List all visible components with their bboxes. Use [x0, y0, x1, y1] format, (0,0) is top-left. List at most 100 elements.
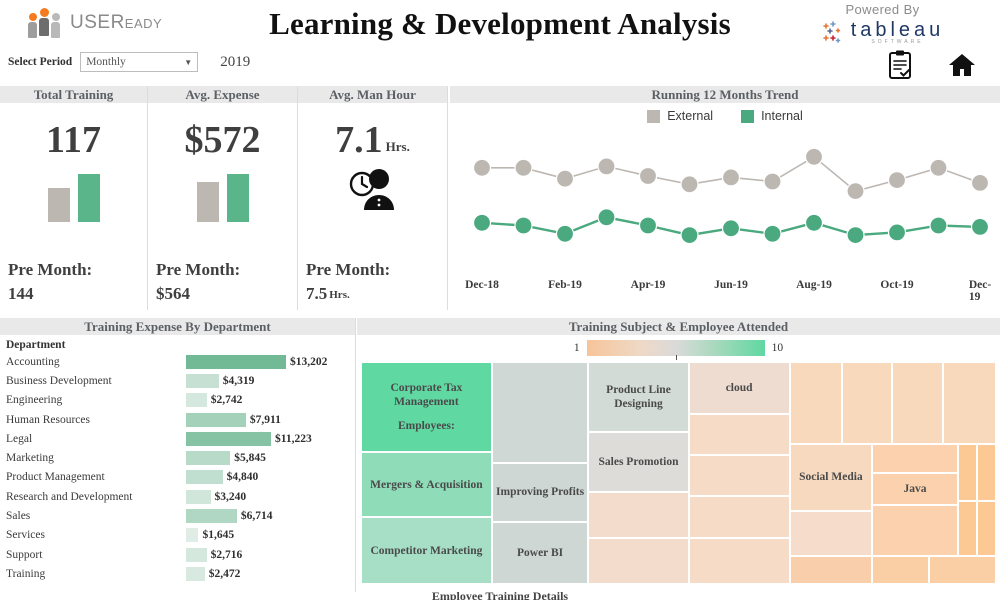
trend-point[interactable]: [680, 225, 699, 245]
clipboard-report-icon[interactable]: [888, 50, 914, 80]
department-bar[interactable]: [186, 431, 271, 446]
department-bar[interactable]: [186, 470, 223, 485]
treemap-tile[interactable]: [789, 510, 873, 557]
treemap-tile[interactable]: [976, 500, 996, 557]
treemap-tile[interactable]: [892, 362, 943, 445]
treemap[interactable]: Corporate Tax Management Employees: Merger…: [361, 362, 996, 584]
trend-point[interactable]: [804, 147, 824, 166]
treemap-tile[interactable]: [491, 362, 589, 463]
trend-point[interactable]: [970, 173, 990, 193]
department-row[interactable]: Support $2,716: [0, 545, 355, 564]
trend-point[interactable]: [514, 158, 533, 177]
department-bar[interactable]: [186, 566, 205, 581]
treemap-tile[interactable]: [588, 491, 689, 539]
trend-point[interactable]: [472, 213, 492, 232]
treemap-tile[interactable]: [957, 444, 977, 501]
treemap-tile[interactable]: [688, 496, 790, 539]
trend-point[interactable]: [597, 157, 616, 176]
trend-point[interactable]: [763, 172, 782, 191]
trend-point[interactable]: [555, 224, 575, 243]
trend-point[interactable]: [638, 166, 658, 186]
treemap-tile[interactable]: [872, 505, 958, 557]
treemap-tile[interactable]: [688, 455, 790, 497]
treemap-tile[interactable]: Corporate Tax Management Employees:: [361, 362, 492, 452]
treemap-tile[interactable]: [929, 556, 996, 584]
department-bar-wrap: $1,645: [186, 528, 355, 543]
trend-point[interactable]: [929, 216, 948, 235]
treemap-tile[interactable]: [588, 538, 689, 584]
trend-point[interactable]: [804, 213, 824, 232]
trend-point[interactable]: [846, 225, 865, 245]
treemap-tile[interactable]: Power BI: [491, 521, 589, 584]
trend-point[interactable]: [887, 170, 907, 190]
treemap-tile[interactable]: [976, 444, 996, 501]
department-bar[interactable]: [186, 373, 219, 388]
trend-point[interactable]: [929, 158, 948, 177]
legend-gradient-bar[interactable]: [586, 340, 765, 360]
treemap-tile[interactable]: [872, 444, 958, 473]
trend-point[interactable]: [472, 158, 492, 177]
trend-point[interactable]: [638, 216, 658, 235]
treemap-tile[interactable]: [841, 362, 893, 445]
department-row[interactable]: Marketing $5,845: [0, 448, 355, 467]
department-row[interactable]: Training $2,472: [0, 564, 355, 583]
department-bar-wrap: $7,911: [186, 412, 355, 427]
department-value: $5,845: [234, 452, 266, 465]
trend-legend: External Internal: [450, 109, 1000, 123]
trend-point[interactable]: [721, 168, 741, 187]
treemap-tile[interactable]: [789, 556, 873, 584]
department-bar[interactable]: [186, 547, 207, 562]
department-row[interactable]: Legal $11,223: [0, 429, 355, 448]
legend-min-label: 1: [573, 342, 580, 354]
trend-point[interactable]: [597, 208, 616, 227]
department-row[interactable]: Business Development $4,319: [0, 371, 355, 390]
treemap-tile[interactable]: [688, 414, 790, 456]
legend-item-internal[interactable]: Internal: [741, 109, 803, 123]
department-bar[interactable]: [186, 528, 199, 543]
kpi-bar-previous: [196, 182, 219, 222]
legend-item-external[interactable]: External: [647, 109, 713, 123]
treemap-tile[interactable]: [957, 500, 977, 557]
department-name: Training: [6, 567, 46, 580]
department-row[interactable]: Accounting $13,202: [0, 352, 355, 371]
treemap-tile[interactable]: [789, 362, 842, 445]
treemap-tile[interactable]: Improving Profits: [491, 463, 589, 522]
department-row[interactable]: Services $1,645: [0, 526, 355, 545]
department-bar[interactable]: [186, 489, 211, 504]
department-bar[interactable]: [186, 354, 286, 369]
trend-point[interactable]: [887, 223, 907, 242]
trend-point[interactable]: [970, 217, 990, 237]
trend-line-chart[interactable]: [450, 125, 1000, 275]
department-row[interactable]: Human Resources $7,911: [0, 410, 355, 429]
home-icon[interactable]: [948, 52, 976, 78]
trend-point[interactable]: [555, 169, 575, 188]
treemap-tile[interactable]: Sales Promotion: [588, 431, 689, 492]
legend-swatch-internal: [741, 109, 755, 123]
trend-point[interactable]: [846, 181, 865, 201]
period-select[interactable]: Monthly ▼: [80, 52, 199, 72]
department-bar-wrap: $2,716: [186, 547, 355, 562]
department-row[interactable]: Engineering $2,742: [0, 391, 355, 410]
department-row[interactable]: Research and Development $3,240: [0, 487, 355, 506]
department-row[interactable]: Sales $6,714: [0, 506, 355, 525]
treemap-tile[interactable]: [942, 362, 996, 445]
department-bar[interactable]: [186, 451, 231, 466]
treemap-tile[interactable]: cloud: [688, 362, 790, 415]
department-bar[interactable]: [186, 393, 207, 408]
department-bar[interactable]: [186, 412, 246, 427]
trend-point[interactable]: [680, 175, 699, 194]
department-bar[interactable]: [186, 509, 237, 524]
treemap-tile[interactable]: Java: [872, 473, 958, 506]
trend-point[interactable]: [514, 216, 533, 235]
treemap-tile[interactable]: Product Line Designing: [588, 362, 689, 432]
treemap-tile[interactable]: Competitor Marketing: [361, 517, 492, 584]
dashboard-header: USEREADY Learning & Development Analysis…: [0, 0, 1000, 84]
department-row[interactable]: Product Management $4,840: [0, 468, 355, 487]
trend-point[interactable]: [763, 224, 782, 243]
treemap-tile[interactable]: Mergers & Acquisition: [361, 451, 492, 518]
treemap-tile[interactable]: [872, 556, 930, 584]
trend-point[interactable]: [721, 219, 741, 238]
treemap-tile[interactable]: [688, 538, 790, 584]
treemap-tile-label: Sales Promotion: [598, 455, 679, 468]
treemap-tile[interactable]: Social Media: [789, 444, 873, 511]
